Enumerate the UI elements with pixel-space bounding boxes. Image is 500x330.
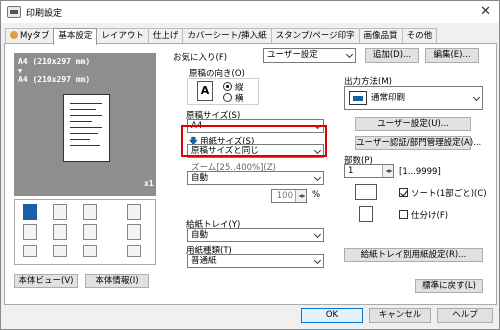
finisher-icon xyxy=(127,204,141,220)
fold-icon xyxy=(83,224,97,240)
duplex-icon xyxy=(83,204,97,220)
user-icon xyxy=(10,31,18,39)
window-title: 印刷設定 xyxy=(26,8,63,19)
tab-cover-sheet[interactable]: カバーシート/挿入紙 xyxy=(182,28,272,44)
preview-output-size: A4 (210x297 mm) xyxy=(18,75,91,84)
normal-print-icon xyxy=(349,91,367,105)
collate-checkbox[interactable] xyxy=(399,188,408,197)
staple-icon xyxy=(23,224,37,240)
preview-pane: A4 (210x297 mm) ▼ A4 (210x297 mm) x1 xyxy=(14,53,156,196)
user-auth-button[interactable]: ユーザー認証/部門管理設定(A)... xyxy=(355,136,481,150)
printer-status-icon xyxy=(23,204,37,220)
offset-icon xyxy=(359,206,373,222)
collate-label: ソート(1部ごと)(C) xyxy=(411,189,487,199)
portrait-a-icon: A xyxy=(197,81,213,101)
close-icon[interactable]: ✕ xyxy=(480,4,491,19)
copies-range: [1...9999] xyxy=(399,167,441,177)
user-settings-button[interactable]: ユーザー設定(U)... xyxy=(355,117,471,131)
copies-input[interactable]: 1 xyxy=(344,164,394,178)
zoom-percent-input[interactable]: 100 xyxy=(271,189,307,203)
printer-icon xyxy=(7,6,21,18)
paper-tray-select[interactable]: 自動 xyxy=(187,228,324,242)
tab-my-tab[interactable]: Myタブ xyxy=(5,28,55,44)
add-button[interactable]: 追加(D)... xyxy=(365,48,419,63)
favorites-label: お気に入り(F) xyxy=(173,53,228,63)
tab-finishing[interactable]: 仕上げ xyxy=(147,28,184,44)
help-button[interactable]: ヘルプ xyxy=(437,308,493,323)
offset-checkbox[interactable] xyxy=(399,210,408,219)
page-preview xyxy=(63,94,110,162)
cancel-button[interactable]: キャンセル xyxy=(369,308,431,323)
preview-zoom: x1 xyxy=(144,179,154,188)
color-icon xyxy=(23,245,37,257)
option-icon xyxy=(127,245,141,257)
preview-paper-size: A4 (210x297 mm) xyxy=(18,57,91,66)
input-tray-icon xyxy=(53,204,67,220)
booklet-icon xyxy=(127,224,141,240)
machine-info-button[interactable]: 本体情報(I) xyxy=(85,274,149,288)
punch-icon xyxy=(53,224,67,240)
paper-type-select[interactable]: 普通紙 xyxy=(187,254,324,268)
machine-view-button[interactable]: 本体ビュー(V) xyxy=(14,274,78,288)
tab-basic[interactable]: 基本設定 xyxy=(53,28,98,45)
portrait-radio[interactable] xyxy=(223,82,232,91)
landscape-radio[interactable] xyxy=(223,93,232,102)
tab-image-quality[interactable]: 画像品質 xyxy=(358,28,403,44)
status-icon-panel xyxy=(14,199,156,265)
tab-bar: Myタブ 基本設定 レイアウト 仕上げ カバーシート/挿入紙 スタンプ/ページ印… xyxy=(5,28,438,45)
title-bar: 印刷設定 ✕ xyxy=(1,1,499,23)
zoom-percent-unit: % xyxy=(312,190,321,200)
zoom-spinner[interactable] xyxy=(295,190,306,202)
tray-icon xyxy=(53,245,67,257)
landscape-label: 横 xyxy=(235,94,244,104)
tray-settings-button[interactable]: 給紙トレイ別用紙設定(R)... xyxy=(344,248,483,262)
favorites-select[interactable]: ユーザー設定 xyxy=(263,48,356,63)
print-settings-window: 印刷設定 ✕ Myタブ 基本設定 レイアウト 仕上げ カバーシート/挿入紙 スタ… xyxy=(0,0,500,330)
ok-button[interactable]: OK xyxy=(301,308,363,323)
output-method-select[interactable]: 通常印刷 xyxy=(344,86,483,110)
tab-layout[interactable]: レイアウト xyxy=(96,28,149,44)
offset-label: 仕分け(F) xyxy=(411,211,449,221)
collate-icon xyxy=(355,184,377,200)
tab-stamp[interactable]: スタンプ/ページ印字 xyxy=(270,28,360,44)
restore-defaults-button[interactable]: 標準に戻す(L) xyxy=(415,279,483,293)
tab-other[interactable]: その他 xyxy=(401,28,438,44)
output-bin-icon xyxy=(83,245,97,257)
highlight-box xyxy=(181,125,327,157)
zoom-select[interactable]: 自動 xyxy=(187,171,324,185)
edit-button[interactable]: 編集(E)... xyxy=(425,48,479,63)
copies-spinner[interactable] xyxy=(382,165,393,177)
arrow-down-icon: ▼ xyxy=(18,67,23,75)
